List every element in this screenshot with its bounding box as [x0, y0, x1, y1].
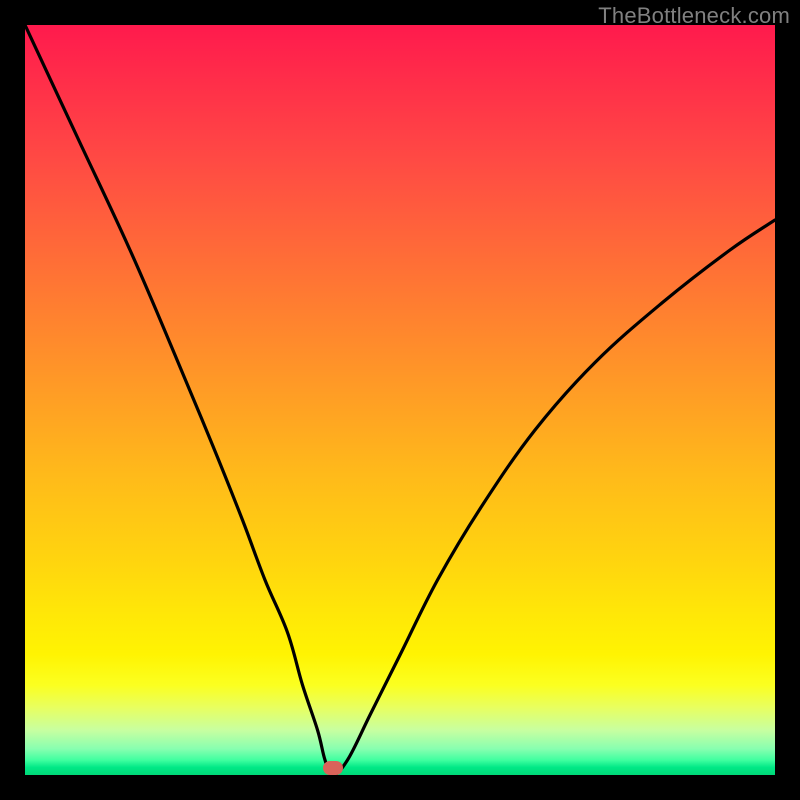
optimum-marker [323, 761, 343, 775]
chart-container: TheBottleneck.com [0, 0, 800, 800]
bottleneck-curve [25, 25, 775, 775]
curve-svg [25, 25, 775, 775]
plot-area [25, 25, 775, 775]
